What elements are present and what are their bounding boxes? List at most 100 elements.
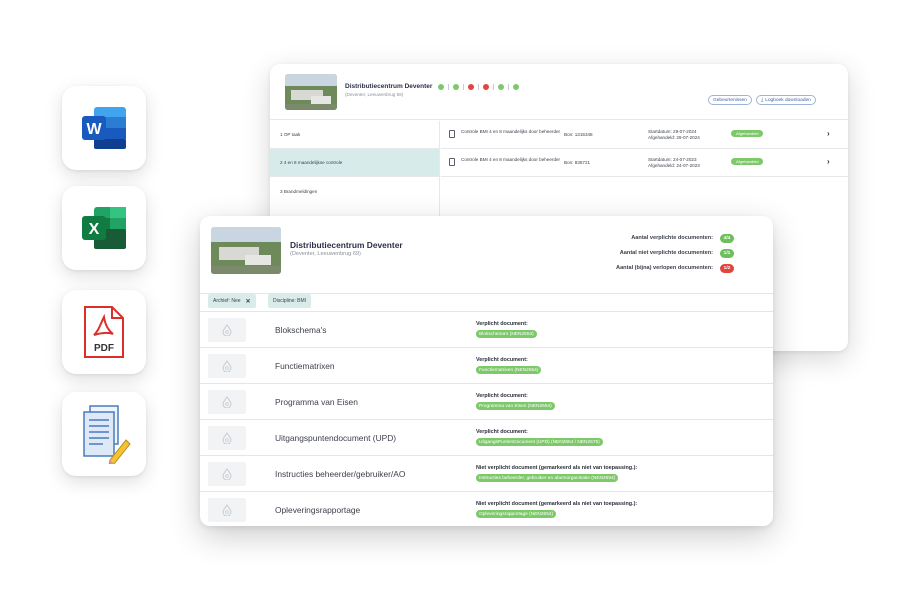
location-address: (Deventer, Leeuwenbrug 69)	[290, 251, 361, 257]
location-address: (Deventer, Leeuwenbrug 69)	[345, 92, 404, 97]
drop-icon	[222, 432, 232, 444]
document-tag[interactable]: Functiematrixen (NEN2654)	[476, 366, 542, 374]
document-row[interactable]: Opleveringsrapportage Niet verplicht doc…	[200, 491, 773, 526]
drop-icon	[222, 504, 232, 516]
close-icon[interactable]: ✕	[246, 298, 251, 305]
task-description: Controle BMI 4 en 8 maandelijks door beh…	[461, 129, 561, 134]
events-button[interactable]: Gebeurtenissen	[708, 95, 752, 105]
upload-placeholder[interactable]	[208, 318, 246, 342]
optional-docs-label: Aantal niet verplichte documenten:	[619, 250, 713, 256]
drop-icon	[222, 396, 232, 408]
upload-placeholder[interactable]	[208, 462, 246, 486]
download-log-button[interactable]: ⤓ Logboek downloaden	[756, 95, 816, 105]
document-tag[interactable]: Blokschema's (NEN2654)	[476, 330, 537, 338]
upload-placeholder[interactable]	[208, 498, 246, 522]
task-window-header: Distributiecentrum Deventer (Deventer, L…	[270, 64, 848, 120]
document-tag[interactable]: UitgangsPuntenDocument (UPD) (NEN2654 / …	[476, 438, 603, 446]
required-docs-count: 4/4	[720, 234, 734, 243]
upload-placeholder[interactable]	[208, 390, 246, 414]
discipline-bmi-icon[interactable]	[438, 84, 444, 90]
document-row[interactable]: Instructies beheerder/gebruiker/AO Niet …	[200, 455, 773, 491]
download-icon: ⤓	[761, 97, 764, 103]
svg-text:W: W	[86, 121, 102, 138]
discipline-sprinkler-icon[interactable]	[498, 84, 504, 90]
document-row[interactable]: Programma van Eisen Verplicht document: …	[200, 383, 773, 419]
document-tag[interactable]: Opleveringsrapportage (NEN2654)	[476, 510, 557, 518]
pdf-file-tile[interactable]: PDF	[62, 290, 146, 374]
bon-number: Bon: 836721	[564, 160, 591, 165]
separator	[463, 84, 464, 90]
start-date: Startdatum: 29-07-2024	[648, 129, 697, 134]
document-row[interactable]: Blokschema's Verplicht document: Bloksch…	[200, 311, 773, 347]
document-name: Programma van Eisen	[275, 397, 358, 407]
end-date: Afgehandeld: 24-07-2023	[648, 163, 700, 168]
building-photo-thumbnail	[285, 74, 337, 110]
document-tag[interactable]: Programma van Eisen (NEN2654)	[476, 402, 555, 410]
location-title: Distributiecentrum Deventer	[290, 240, 403, 250]
chevron-right-icon[interactable]: ›	[827, 129, 830, 138]
drop-icon	[222, 360, 232, 372]
clipboard-icon	[449, 158, 455, 166]
word-file-tile[interactable]: W	[62, 86, 146, 170]
separator	[508, 84, 509, 90]
task-dates: Startdatum: 29-07-2024 Afgehandeld: 29-0…	[648, 129, 700, 141]
separator	[478, 84, 479, 90]
expired-docs-count: 1/2	[720, 264, 734, 273]
document-status-label: Niet verplicht document (gemarkeerd als …	[476, 465, 638, 471]
discipline-warning-icon[interactable]	[483, 84, 489, 90]
separator	[493, 84, 494, 90]
documents-window: Distributiecentrum Deventer (Deventer, L…	[200, 216, 773, 526]
document-status-label: Verplicht document:	[476, 393, 528, 399]
task-row[interactable]: Controle BMI 4 en 8 maandelijks door beh…	[441, 121, 848, 149]
document-status-label: Niet verplicht document (gemarkeerd als …	[476, 501, 638, 507]
task-row[interactable]: Controle BMI 4 en 8 maandelijks door beh…	[441, 149, 848, 177]
excel-file-tile[interactable]: X	[62, 186, 146, 270]
document-status-label: Verplicht document:	[476, 357, 528, 363]
discipline-alert-icon[interactable]	[468, 84, 474, 90]
document-status-label: Verplicht document:	[476, 429, 528, 435]
sidebar-item-op-taak[interactable]: 1 OP taak	[270, 121, 439, 149]
filter-chip-label: Archief: Nee	[213, 298, 241, 304]
document-row[interactable]: Functiematrixen Verplicht document: Func…	[200, 347, 773, 383]
status-badge: Afgehandeld	[731, 158, 764, 165]
drop-icon	[222, 324, 232, 336]
document-name: Blokschema's	[275, 325, 327, 335]
sidebar-item-brandmeldingen[interactable]: 3 Brandmeldingen	[270, 177, 439, 205]
discipline-fire-icon[interactable]	[453, 84, 459, 90]
required-docs-label: Aantal verplichte documenten:	[631, 235, 713, 241]
document-name: Uitgangspuntendocument (UPD)	[275, 433, 397, 443]
excel-icon: X	[82, 207, 126, 249]
task-description: Controle BMI 4 en 8 maandelijks door beh…	[461, 157, 561, 162]
drop-icon	[222, 468, 232, 480]
pdf-icon: PDF	[84, 306, 124, 358]
bon-number: Bon: 1315348	[564, 132, 593, 137]
end-date: Afgehandeld: 29-07-2024	[648, 135, 700, 140]
svg-text:X: X	[89, 221, 100, 238]
document-status-label: Verplicht document:	[476, 321, 528, 327]
documents-window-header: Distributiecentrum Deventer (Deventer, L…	[200, 216, 773, 294]
expired-docs-label: Aantal (bijna) verlopen documenten:	[616, 265, 713, 271]
document-tag[interactable]: Instructies beheerder, gebruiker en alar…	[476, 474, 619, 482]
discipline-extra-icon[interactable]	[513, 84, 519, 90]
filter-chip-archief[interactable]: Archief: Nee ✕	[208, 294, 256, 308]
document-file-tile[interactable]	[62, 392, 146, 476]
document-name: Functiematrixen	[275, 361, 335, 371]
upload-placeholder[interactable]	[208, 354, 246, 378]
download-log-label: Logboek downloaden	[765, 97, 811, 103]
chevron-right-icon[interactable]: ›	[827, 157, 830, 166]
filter-chip-label: Discipline: BMI	[273, 298, 307, 304]
filter-chip-discipline[interactable]: Discipline: BMI	[268, 294, 312, 308]
start-date: Startdatum: 24-07-2023	[648, 157, 697, 162]
svg-text:PDF: PDF	[94, 343, 114, 354]
discipline-icon-bar	[438, 84, 519, 90]
status-badge: Afgehandeld	[731, 130, 764, 137]
document-edit-icon	[83, 405, 131, 464]
upload-placeholder[interactable]	[208, 426, 246, 450]
sidebar-item-maandelijkse-controle[interactable]: 2 4 en 8 maandelijkse controle	[270, 149, 439, 177]
document-row[interactable]: Uitgangspuntendocument (UPD) Verplicht d…	[200, 419, 773, 455]
document-name: Opleveringsrapportage	[275, 505, 361, 515]
separator	[448, 84, 449, 90]
location-title: Distributiecentrum Deventer	[345, 83, 433, 90]
document-name: Instructies beheerder/gebruiker/AO	[275, 469, 406, 479]
building-photo-thumbnail	[211, 227, 281, 274]
